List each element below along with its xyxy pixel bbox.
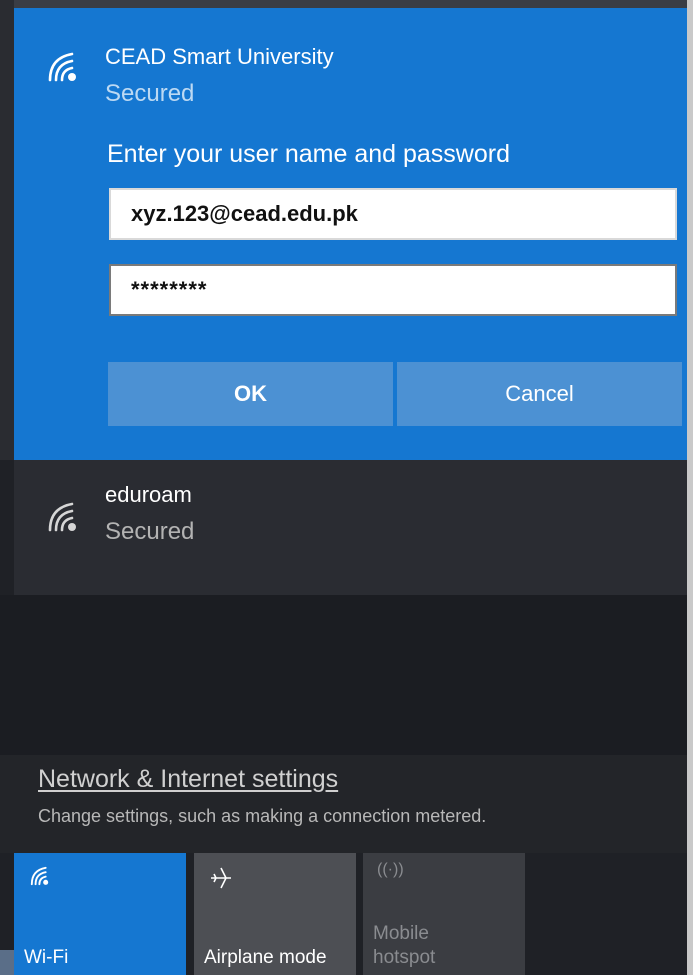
- taskbar-edge: [0, 950, 14, 975]
- wifi-toggle-tile[interactable]: Wi-Fi: [14, 853, 186, 975]
- wifi-tile-label: Wi-Fi: [24, 947, 69, 968]
- network-name: CEAD Smart University: [105, 44, 334, 69]
- airplane-icon: [208, 865, 234, 891]
- cancel-button[interactable]: Cancel: [397, 362, 682, 426]
- network-status: Secured: [105, 518, 195, 545]
- wifi-icon: [28, 865, 52, 887]
- network-name: eduroam: [105, 482, 192, 507]
- network-settings-link[interactable]: Network & Internet settings: [38, 765, 338, 794]
- airplane-mode-tile[interactable]: Airplane mode: [194, 853, 356, 975]
- desktop-background-strip: [687, 0, 693, 975]
- flyout-left-edge: [0, 0, 14, 460]
- wifi-icon: [44, 500, 82, 534]
- mobile-hotspot-tile[interactable]: ((·)) Mobile hotspot: [363, 853, 525, 975]
- wifi-icon: [44, 50, 82, 84]
- network-status: Secured: [105, 80, 195, 107]
- flyout-top-edge: [0, 0, 693, 8]
- network-list-item-eduroam[interactable]: eduroam Secured: [14, 460, 687, 595]
- hotspot-icon: ((·)): [377, 861, 404, 878]
- mobile-hotspot-tile-label-line1: Mobile: [373, 923, 429, 944]
- selected-network-panel: CEAD Smart University Secured Enter your…: [14, 8, 687, 460]
- airplane-mode-tile-label: Airplane mode: [204, 947, 327, 968]
- credentials-prompt: Enter your user name and password: [107, 140, 510, 168]
- username-field[interactable]: [109, 188, 677, 240]
- password-field[interactable]: [109, 264, 677, 316]
- network-list-empty-area: [0, 595, 687, 755]
- mobile-hotspot-tile-label-line2: hotspot: [373, 947, 436, 968]
- network-settings-description: Change settings, such as making a connec…: [38, 806, 487, 826]
- ok-button[interactable]: OK: [108, 362, 393, 426]
